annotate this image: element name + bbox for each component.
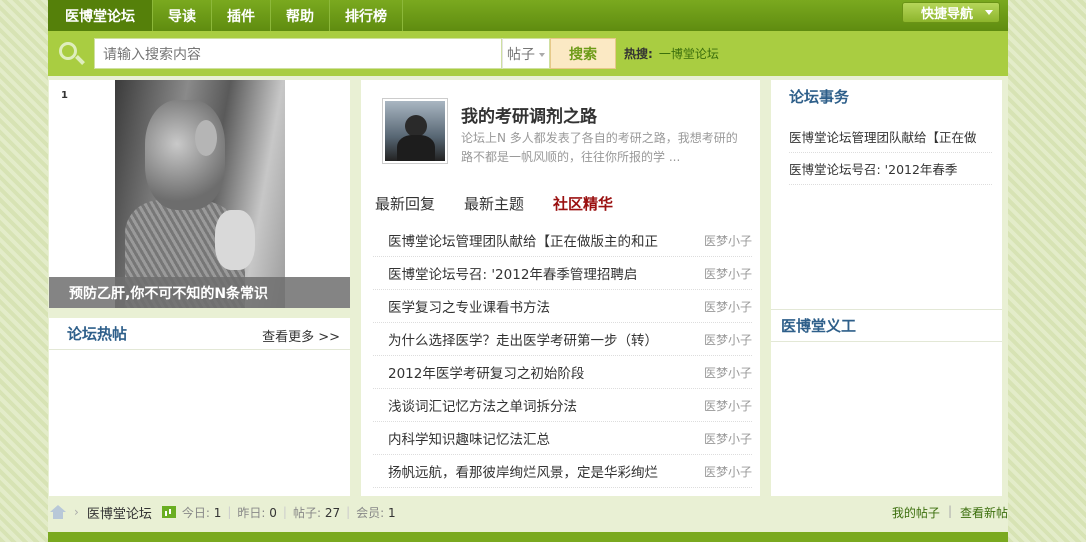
right-background-pattern [1008, 0, 1086, 542]
footer-links: 我的帖子 | 查看新帖 [892, 504, 1008, 521]
thread-row: 浅谈词汇记忆方法之单词拆分法 医梦小子 [373, 389, 752, 422]
thread-author[interactable]: 医梦小子 [704, 298, 752, 315]
thread-author[interactable]: 医梦小子 [704, 463, 752, 480]
stat-separator: | [282, 505, 287, 519]
nav-item-guide[interactable]: 导读 [153, 0, 212, 31]
nav-item-help[interactable]: 帮助 [271, 0, 330, 31]
hot-posts-header: 论坛热帖 查看更多 >> [49, 318, 350, 350]
slide-index[interactable]: 1 [61, 90, 68, 101]
hot-search-label: 热搜: [624, 47, 653, 61]
list-item[interactable]: 医博堂论坛管理团队献给【正在做 [789, 121, 992, 153]
thread-author[interactable]: 医梦小子 [704, 265, 752, 282]
thread-row: 扬帆远航，看那彼岸绚烂风景，定是华彩绚烂 医梦小子 [373, 455, 752, 488]
breadcrumb-separator: › [74, 505, 79, 519]
tab-latest-replies[interactable]: 最新回复 [375, 193, 435, 214]
list-item[interactable]: 医博堂论坛号召: '2012年春季 [789, 153, 992, 185]
chevron-down-icon [985, 10, 993, 15]
stats-chart-icon [161, 506, 176, 518]
thread-author[interactable]: 医梦小子 [704, 364, 752, 381]
thread-row: 医学复习之专业课看书方法 医梦小子 [373, 290, 752, 323]
tab-latest-topics[interactable]: 最新主题 [464, 193, 524, 214]
slide-photo[interactable] [115, 80, 285, 308]
left-column: 1 预防乙肝,你不可不知的N条常识 论坛热帖 查看更多 >> [49, 80, 350, 496]
search-type-label: 帖子 [507, 46, 535, 63]
thread-author[interactable]: 医梦小子 [704, 331, 752, 348]
slide-caption[interactable]: 预防乙肝,你不可不知的N条常识 [49, 277, 350, 308]
thread-author[interactable]: 医梦小子 [704, 232, 752, 249]
thread-list: 医博堂论坛管理团队献给【正在做版主的和正 医梦小子 医博堂论坛号召: '2012… [373, 224, 752, 488]
featured-description: 论坛上N 多人都发表了各自的考研之路，我想考研的路不都是一帆风顺的，往往你所报的… [461, 131, 738, 164]
page-wrapper: 医博堂论坛 导读 插件 帮助 排行榜 快捷导航 帖子 搜索 热搜: 一博堂论坛 … [48, 0, 1008, 542]
thread-title[interactable]: 为什么选择医学？走出医学考研第一步（转） [388, 329, 673, 349]
bottom-bar [48, 532, 1008, 542]
volunteer-panel: 医博堂义工 [771, 309, 1002, 342]
search-type-select[interactable]: 帖子 [502, 38, 550, 69]
featured-thumbnail[interactable] [382, 98, 448, 164]
stat-posts-label: 帖子: [292, 505, 321, 520]
left-background-pattern [0, 0, 48, 542]
thread-title[interactable]: 内科学知识趣味记忆法汇总 [388, 428, 673, 448]
stat-today-value: 1 [213, 505, 222, 520]
breadcrumb-forum[interactable]: 医博堂论坛 [87, 503, 152, 522]
featured-title[interactable]: 我的考研调剂之路 [461, 102, 597, 127]
slideshow[interactable]: 1 预防乙肝,你不可不知的N条常识 [49, 80, 350, 308]
search-bar: 帖子 搜索 热搜: 一博堂论坛 [48, 31, 1008, 76]
thread-row: 2012年医学考研复习之初始阶段 医梦小子 [373, 356, 752, 389]
nav-item-forum[interactable]: 医博堂论坛 [48, 0, 153, 31]
stat-yesterday: 昨日: 0 [237, 504, 277, 521]
thread-row: 医博堂论坛管理团队献给【正在做版主的和正 医梦小子 [373, 224, 752, 257]
thread-tabs: 最新回复 最新主题 社区精华 [361, 182, 760, 224]
hot-search-link[interactable]: 一博堂论坛 [659, 45, 719, 62]
chevron-down-icon [539, 53, 545, 57]
new-posts-link[interactable]: 查看新帖 [960, 504, 1008, 521]
right-column: 论坛事务 医博堂论坛管理团队献给【正在做 医博堂论坛号召: '2012年春季 医… [771, 80, 1002, 496]
nav-item-ranking[interactable]: 排行榜 [330, 0, 403, 31]
stat-members-value: 1 [388, 505, 396, 520]
stat-yesterday-label: 昨日: [237, 505, 266, 520]
stat-separator: | [227, 505, 232, 519]
my-posts-link[interactable]: 我的帖子 [892, 504, 940, 521]
stat-posts: 帖子: 27 [293, 504, 340, 521]
top-nav: 医博堂论坛 导读 插件 帮助 排行榜 快捷导航 [48, 0, 1008, 31]
search-input[interactable] [94, 38, 502, 69]
nav-item-plugins[interactable]: 插件 [212, 0, 271, 31]
link-separator: | [947, 503, 952, 518]
thread-author[interactable]: 医梦小子 [704, 397, 752, 414]
search-icon [56, 38, 88, 70]
thread-title[interactable]: 2012年医学考研复习之初始阶段 [388, 362, 673, 382]
forum-affairs-list: 医博堂论坛管理团队献给【正在做 医博堂论坛号召: '2012年春季 [771, 113, 1002, 185]
thread-row: 为什么选择医学？走出医学考研第一步（转） 医梦小子 [373, 323, 752, 356]
forum-affairs-header: 论坛事务 [771, 80, 1002, 113]
stat-members: 会员: 1 [356, 504, 396, 521]
stat-members-label: 会员: [356, 505, 385, 520]
thread-row: 内科学知识趣味记忆法汇总 医梦小子 [373, 422, 752, 455]
hot-posts-title: 论坛热帖 [67, 325, 128, 343]
home-icon[interactable] [50, 505, 66, 519]
view-more-link[interactable]: 查看更多 >> [262, 326, 340, 345]
thread-row: 医博堂论坛号召: '2012年春季管理招聘启 医梦小子 [373, 257, 752, 290]
stat-today-label: 今日: [181, 505, 210, 520]
featured-post: 我的考研调剂之路 论坛上N 多人都发表了各自的考研之路，我想考研的路不都是一帆风… [361, 80, 760, 180]
breadcrumb: › 医博堂论坛 今日: 1 | 昨日: 0 | 帖子: 27 | 会员: 1 我… [48, 498, 1008, 526]
stat-separator: | [346, 505, 351, 519]
stat-posts-value: 27 [324, 505, 341, 520]
thread-title[interactable]: 扬帆远航，看那彼岸绚烂风景，定是华彩绚烂 [388, 461, 673, 481]
thread-title[interactable]: 医博堂论坛号召: '2012年春季管理招聘启 [388, 263, 673, 283]
forum-affairs-panel: 论坛事务 医博堂论坛管理团队献给【正在做 医博堂论坛号召: '2012年春季 [771, 80, 1002, 185]
quick-nav-button[interactable]: 快捷导航 [902, 2, 1000, 23]
quick-nav-label: 快捷导航 [921, 7, 974, 22]
tab-community-essence[interactable]: 社区精华 [553, 193, 613, 214]
search-button[interactable]: 搜索 [550, 38, 616, 69]
hot-posts-panel: 论坛热帖 查看更多 >> [49, 318, 350, 496]
volunteer-title: 医博堂义工 [781, 317, 857, 335]
volunteer-header: 医博堂义工 [771, 310, 1002, 342]
thread-title[interactable]: 浅谈词汇记忆方法之单词拆分法 [388, 395, 673, 415]
stat-yesterday-value: 0 [269, 505, 277, 520]
thread-title[interactable]: 医学复习之专业课看书方法 [388, 296, 673, 316]
thread-author[interactable]: 医梦小子 [704, 430, 752, 447]
forum-affairs-title: 论坛事务 [789, 88, 850, 106]
stat-today: 今日: 1 [182, 504, 222, 521]
thread-title[interactable]: 医博堂论坛管理团队献给【正在做版主的和正 [388, 230, 673, 250]
middle-column: 我的考研调剂之路 论坛上N 多人都发表了各自的考研之路，我想考研的路不都是一帆风… [361, 80, 760, 496]
